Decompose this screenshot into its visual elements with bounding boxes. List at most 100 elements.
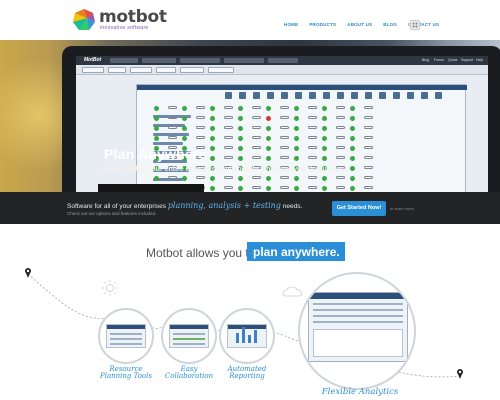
link-status-icon bbox=[168, 126, 177, 129]
screenshot-chart-bar bbox=[248, 335, 251, 343]
screenshot-panel bbox=[313, 329, 403, 357]
link-status-icon bbox=[224, 156, 233, 159]
feature-circle-reporting[interactable] bbox=[219, 308, 275, 364]
status-dot bbox=[266, 116, 271, 121]
nav-about-us[interactable]: ABOUT US bbox=[347, 22, 372, 27]
feature-screenshot bbox=[106, 324, 146, 348]
grid-icon bbox=[412, 22, 418, 28]
link-status-icon bbox=[224, 126, 233, 129]
app-field bbox=[224, 58, 264, 63]
status-dot bbox=[350, 116, 355, 121]
cta-text: Software for all of your enterprises pla… bbox=[67, 201, 302, 210]
column-icon bbox=[267, 92, 274, 99]
end-pin-icon bbox=[457, 369, 463, 379]
link-status-icon bbox=[196, 116, 205, 119]
status-dot bbox=[210, 136, 215, 141]
link-status-icon bbox=[168, 136, 177, 139]
link-status-icon bbox=[336, 176, 345, 179]
status-dot bbox=[154, 106, 159, 111]
link-status-icon bbox=[280, 126, 289, 129]
status-dot bbox=[210, 116, 215, 121]
caption-line: Planning Tools bbox=[100, 372, 152, 380]
status-dot bbox=[266, 176, 271, 181]
status-dot bbox=[210, 146, 215, 151]
link-status-icon bbox=[308, 116, 317, 119]
status-dot bbox=[350, 176, 355, 181]
link-status-icon bbox=[364, 186, 373, 189]
status-dot bbox=[210, 186, 215, 191]
app-titlebar: MotBot Blog Forum Quote Support Help bbox=[76, 56, 488, 65]
status-dot bbox=[294, 116, 299, 121]
feature-circle-analytics[interactable] bbox=[298, 272, 416, 390]
link-status-icon bbox=[168, 106, 177, 109]
start-pin-icon bbox=[25, 268, 31, 278]
link-status-icon bbox=[168, 176, 177, 179]
screenshot-bar bbox=[309, 293, 407, 299]
status-dot bbox=[154, 176, 159, 181]
status-dot bbox=[322, 156, 327, 161]
link-status-icon bbox=[280, 146, 289, 149]
learn-more-link[interactable]: or learn more bbox=[390, 206, 414, 211]
status-dot bbox=[294, 176, 299, 181]
toolbar-button bbox=[180, 67, 204, 73]
screenshot-row bbox=[313, 309, 403, 311]
screenshot-row bbox=[313, 315, 403, 317]
column-icon bbox=[365, 92, 372, 99]
link-status-icon bbox=[252, 106, 261, 109]
screenshot-row bbox=[313, 321, 403, 323]
column-icon bbox=[295, 92, 302, 99]
grid-icon-row bbox=[155, 92, 465, 100]
nav-products[interactable]: PRODUCTS bbox=[309, 22, 336, 27]
link-status-icon bbox=[280, 136, 289, 139]
feature-screenshot bbox=[169, 324, 209, 348]
status-dot bbox=[182, 136, 187, 141]
screenshot-row bbox=[110, 338, 142, 340]
screenshot-row bbox=[173, 343, 205, 345]
hero-headline: Plan Anywhere bbox=[104, 146, 207, 162]
link-status-icon bbox=[196, 136, 205, 139]
feature-circle-collaboration[interactable] bbox=[161, 308, 217, 364]
link-status-icon bbox=[364, 166, 373, 169]
app-field bbox=[180, 58, 220, 63]
link-status-icon bbox=[280, 176, 289, 179]
link-status-icon bbox=[308, 156, 317, 159]
status-dot bbox=[294, 186, 299, 191]
link-status-icon bbox=[280, 116, 289, 119]
feature-circle-resource-planning[interactable] bbox=[98, 308, 154, 364]
status-dot bbox=[266, 126, 271, 131]
nav-search-button[interactable] bbox=[410, 20, 420, 30]
screenshot-bar bbox=[228, 325, 266, 329]
column-icon bbox=[407, 92, 414, 99]
feature-caption-collaboration: Easy Collaboration bbox=[159, 366, 219, 380]
status-dot bbox=[322, 106, 327, 111]
nav-home[interactable]: HOME bbox=[284, 22, 298, 27]
link-status-icon bbox=[336, 186, 345, 189]
column-icon bbox=[225, 92, 232, 99]
column-icon bbox=[379, 92, 386, 99]
link-status-icon bbox=[252, 176, 261, 179]
cta-text-suffix: needs. bbox=[282, 203, 303, 210]
status-dot bbox=[266, 186, 271, 191]
get-started-button[interactable]: Get Started Now! bbox=[332, 201, 386, 216]
status-dot bbox=[210, 176, 215, 181]
link-status-icon bbox=[252, 186, 261, 189]
link-status-icon bbox=[196, 106, 205, 109]
screenshot-row bbox=[313, 303, 403, 305]
link-status-icon bbox=[364, 136, 373, 139]
caption-line: Collaboration bbox=[164, 372, 214, 380]
link-status-icon bbox=[196, 126, 205, 129]
page: motbot innovative software HOME PRODUCTS… bbox=[0, 0, 500, 400]
nav-blog[interactable]: BLOG bbox=[383, 22, 397, 27]
link-status-icon bbox=[280, 186, 289, 189]
site-header: motbot innovative software HOME PRODUCTS… bbox=[0, 0, 500, 40]
section-highlight: plan anywhere. bbox=[253, 245, 340, 259]
column-icon bbox=[239, 92, 246, 99]
link-status-icon bbox=[252, 136, 261, 139]
logo[interactable]: motbot innovative software bbox=[72, 7, 182, 34]
brand-name: motbot bbox=[99, 7, 167, 27]
link-status-icon bbox=[308, 176, 317, 179]
link-status-icon bbox=[364, 156, 373, 159]
link-status-icon bbox=[224, 146, 233, 149]
caption-line: Flexible Analytics bbox=[321, 387, 399, 397]
status-dot bbox=[266, 146, 271, 151]
